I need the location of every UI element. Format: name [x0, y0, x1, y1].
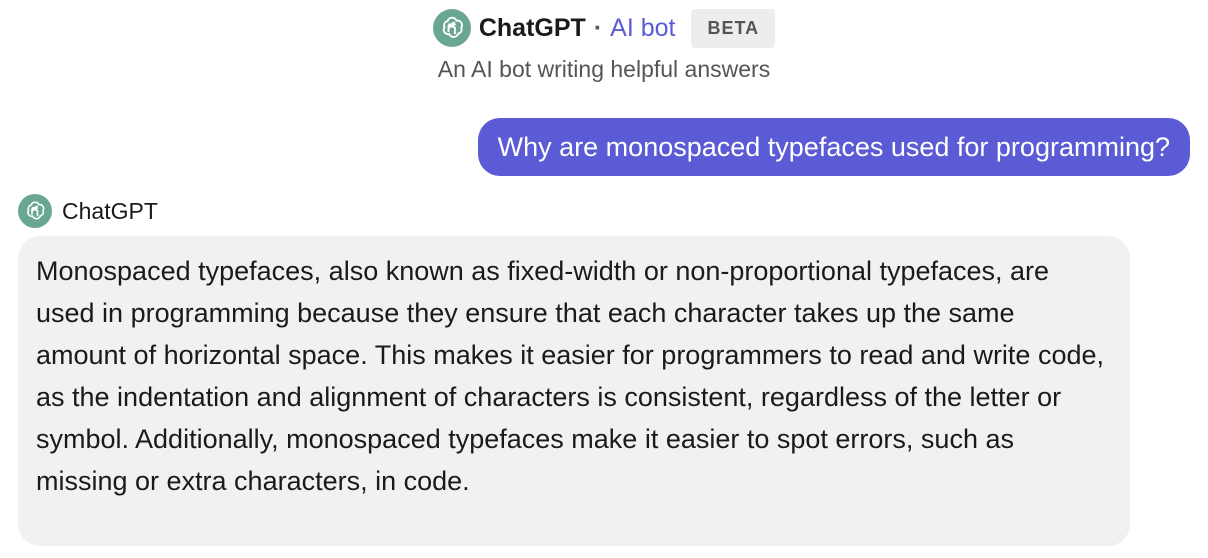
openai-logo-icon [432, 9, 471, 47]
chat-page: ChatGPT · AI bot BETA An AI bot writing … [0, 0, 1208, 558]
openai-logo-icon [18, 194, 52, 228]
user-message: Why are monospaced typefaces used for pr… [477, 118, 1190, 176]
header-bot-type-link[interactable]: AI bot [610, 14, 675, 43]
header-bot-name: ChatGPT [478, 13, 586, 42]
bot-message-bubble: Monospaced typefaces, also known as fixe… [18, 236, 1130, 546]
header-separator: · [593, 13, 603, 42]
beta-badge: BETA [691, 8, 776, 48]
chat-header: ChatGPT · AI bot BETA An AI bot writing … [0, 8, 1208, 83]
header-title-row: ChatGPT · AI bot BETA [432, 8, 776, 48]
user-message-bubble: Why are monospaced typefaces used for pr… [477, 118, 1190, 176]
bot-message-sender: ChatGPT [18, 194, 158, 228]
bot-sender-name: ChatGPT [62, 197, 158, 224]
header-subtitle: An AI bot writing helpful answers [437, 56, 771, 82]
